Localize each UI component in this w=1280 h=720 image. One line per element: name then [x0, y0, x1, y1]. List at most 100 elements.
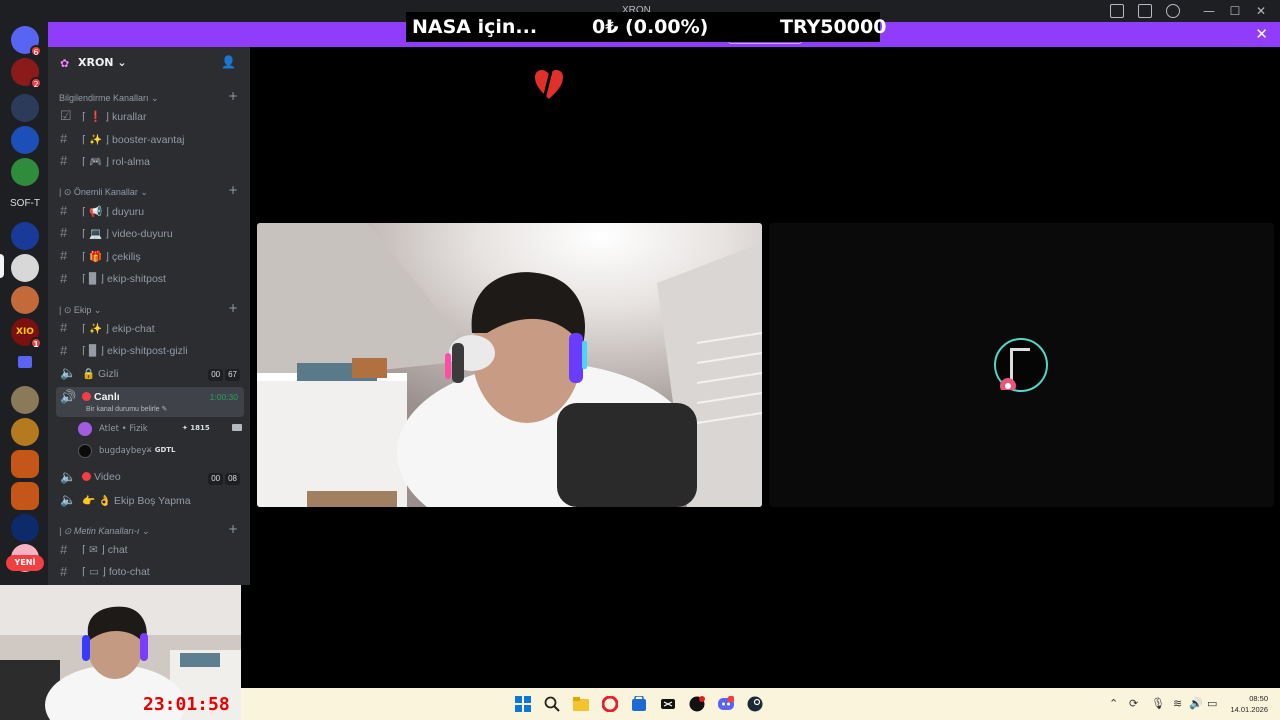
video-tile-user[interactable]	[257, 223, 762, 507]
opera-icon[interactable]	[602, 696, 618, 712]
selected-server-indicator	[0, 254, 4, 278]
volume-icon[interactable]: 🔊	[1189, 697, 1203, 710]
help-icon[interactable]	[1166, 4, 1180, 18]
hash-icon: #	[60, 542, 68, 557]
channel-duyuru[interactable]: # ⌈ 📢 ⌋ duyuru	[56, 201, 244, 221]
hash-icon: #	[60, 203, 68, 218]
speaking-avatar[interactable]	[994, 338, 1048, 394]
hash-icon: #	[60, 225, 68, 240]
channel-ekip-shitpost-gizli[interactable]: # ⌈ ▉ ⌋ ekip-shitpost-gizli	[56, 341, 244, 361]
sync-icon[interactable]: ⟳	[1129, 697, 1138, 710]
server-icon-11[interactable]	[11, 418, 39, 446]
banner-close-icon[interactable]: ✕	[1255, 25, 1268, 43]
channel-booster-avantaj[interactable]: # ⌈ ✨ ⌋ booster-avantaj	[56, 129, 244, 149]
inbox-icon[interactable]	[1110, 4, 1124, 18]
camera-icon	[232, 424, 242, 431]
server-icon-14[interactable]	[11, 514, 39, 542]
taskbar-time: 08:50	[1249, 694, 1268, 703]
add-channel-icon[interactable]: +	[228, 522, 238, 536]
folder-icon[interactable]	[18, 356, 32, 368]
screen: XRON — ☐ ✕ ✕ NASA için... 0₺ (0.00%) TRY…	[0, 0, 1280, 720]
channel-sidebar: ✿ XRON ⌄ 👤 Bilgilendirme Kanalları ⌄ + ☑…	[48, 47, 250, 585]
server-sof-label[interactable]: SOF-T	[4, 198, 46, 209]
server-icon-13[interactable]	[11, 482, 39, 510]
server-icon-12[interactable]	[11, 450, 39, 478]
speaker-icon: 🔈	[60, 469, 77, 484]
hash-icon: #	[60, 131, 68, 146]
channel-chat[interactable]: # ⌈ ✉ ⌋ chat	[56, 540, 244, 560]
channel-foto-chat[interactable]: # ⌈ ▭ ⌋ foto-chat	[56, 562, 244, 582]
store-icon[interactable]	[631, 696, 647, 712]
server-icon-8[interactable]	[11, 286, 39, 314]
live-voice-icon: 🔊	[60, 389, 77, 404]
server-header[interactable]: ✿ XRON ⌄ 👤	[48, 47, 250, 79]
avatar	[78, 444, 92, 458]
capcut-icon[interactable]	[660, 696, 676, 712]
voice-channel-gizli[interactable]: 🔈 🔒 Gizli 00 67	[56, 363, 244, 383]
github-icon[interactable]	[689, 696, 705, 712]
category-text[interactable]: | ⊙ Metin Kanalları-ı ⌄	[59, 526, 149, 537]
broken-heart-icon	[535, 66, 563, 100]
taskbar: ⌃ ⟳ 🎙 ≋ 🔊 ▭ 08:50 14.01.2026	[241, 688, 1280, 720]
stock-ticker-overlay: NASA için... 0₺ (0.00%) TRY50000	[406, 12, 886, 42]
add-channel-icon[interactable]: +	[228, 183, 238, 197]
server-icon-xron[interactable]	[11, 254, 39, 282]
wifi-icon[interactable]: ≋	[1173, 697, 1182, 710]
server-m-icon[interactable]: 2	[11, 58, 42, 89]
member-tag: ⚔ GDTL	[146, 446, 176, 454]
file-explorer-icon[interactable]	[573, 696, 589, 712]
taskbar-clock[interactable]: 08:50 14.01.2026	[1230, 693, 1268, 715]
channel-cekilis[interactable]: # ⌈ 🎁 ⌋ çekiliş	[56, 246, 244, 266]
add-channel-icon[interactable]: +	[228, 89, 238, 103]
close-window-button[interactable]: ✕	[1248, 2, 1274, 20]
hash-icon: #	[60, 248, 68, 263]
channel-kurallar[interactable]: ☑ ⌈ ❗ ⌋ kurallar	[56, 106, 244, 126]
screen-icon[interactable]	[1138, 4, 1152, 18]
server-icon-2[interactable]	[11, 94, 39, 122]
hash-icon: #	[60, 271, 68, 286]
server-m-badge: 2	[30, 77, 42, 89]
add-channel-icon[interactable]: +	[228, 301, 238, 315]
battery-icon[interactable]: ▭	[1207, 697, 1217, 710]
add-user-icon[interactable]: 👤	[221, 55, 236, 69]
start-icon[interactable]	[515, 696, 531, 712]
ticker-symbol: NASA için...	[412, 16, 538, 38]
channel-video-duyuru[interactable]: # ⌈ 💻 ⌋ video-duyuru	[56, 223, 244, 243]
channel-rol-alma[interactable]: # ⌈ 🎮 ⌋ rol-alma	[56, 151, 244, 171]
tray-expand-icon[interactable]: ⌃	[1109, 697, 1118, 710]
voice-channel-canli[interactable]: 🔊 Canlı 1:00:30 Bir kanal durumu belirle…	[56, 387, 244, 417]
channel-ekip-shitpost[interactable]: # ⌈ ▉ ⌋ ekip-shitpost	[56, 269, 244, 289]
server-icon-6[interactable]	[11, 222, 39, 250]
category-team[interactable]: | ⊙ Ekip ⌄	[59, 305, 101, 316]
live-timer: 1:00:30	[209, 392, 238, 402]
category-important[interactable]: | ⊙ Önemli Kanallar ⌄	[59, 187, 148, 198]
steam-icon[interactable]	[747, 696, 763, 712]
voice-channel-ekip-bos-yapma[interactable]: 🔈 👉 👌 Ekip Boş Yapma	[56, 490, 244, 510]
channel-ekip-chat[interactable]: # ⌈ ✨ ⌋ ekip-chat	[56, 318, 244, 338]
minimize-button[interactable]: —	[1196, 2, 1222, 20]
server-icon-4[interactable]	[11, 158, 39, 186]
voice-member[interactable]: bugdaybey ⚔ GDTL	[78, 442, 244, 460]
speaker-icon: 🔈	[60, 365, 77, 380]
live-dot-icon	[82, 472, 91, 481]
server-icon-3[interactable]	[11, 126, 39, 154]
channel-status[interactable]: Bir kanal durumu belirle ✎	[86, 405, 167, 413]
server-icon-10[interactable]	[11, 386, 39, 414]
discord-home-icon[interactable]: 6	[11, 26, 42, 57]
voice-member[interactable]: Atlet • Fizik ✦ 1815	[78, 420, 244, 438]
search-icon[interactable]	[544, 696, 560, 712]
category-info[interactable]: Bilgilendirme Kanalları ⌄	[59, 93, 159, 104]
server-xio-icon[interactable]: XIO 1	[11, 318, 42, 349]
live-dot-icon	[82, 392, 91, 401]
voice-channel-video[interactable]: 🔈 Video 00 08	[56, 467, 244, 487]
user-limit: 08	[225, 473, 240, 485]
member-tag: ✦ 1815	[182, 424, 210, 432]
hash-icon: #	[60, 320, 68, 335]
hash-icon: #	[60, 153, 68, 168]
microphone-icon[interactable]: 🎙	[1151, 697, 1165, 710]
taskbar-date: 14.01.2026	[1230, 705, 1268, 714]
new-badge[interactable]: YENİ	[6, 555, 44, 571]
overlay-clock: 23:01:58	[143, 694, 230, 715]
discord-icon[interactable]	[718, 696, 734, 712]
maximize-button[interactable]: ☐	[1222, 2, 1248, 20]
